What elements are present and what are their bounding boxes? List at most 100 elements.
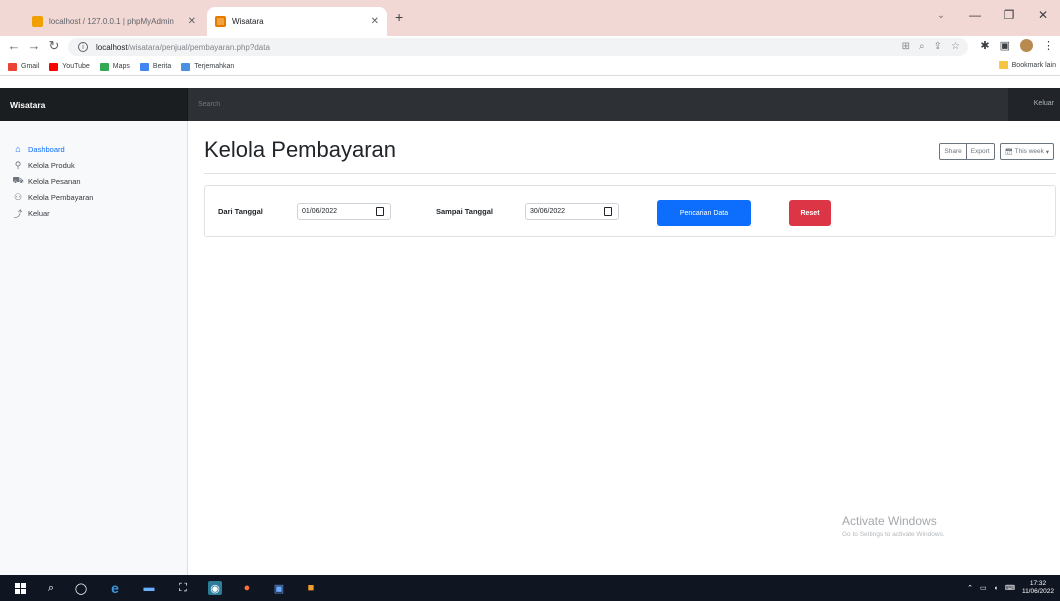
network-icon[interactable]: ▭ [980, 584, 987, 592]
youtube-icon [49, 62, 59, 71]
bookmark-label: Maps [112, 63, 130, 70]
chevron-up-icon[interactable]: ⌃ [967, 584, 973, 592]
search-data-button[interactable]: Pencarian Data [657, 200, 751, 226]
sidebar: ⌂ Dashboard ⚲ Kelola Produk ⛟ Kelola Pes… [0, 121, 188, 575]
bookmark-youtube[interactable]: YouTube [49, 62, 90, 71]
new-tab-icon[interactable]: + [395, 9, 403, 25]
tab-close-icon[interactable]: ✕ [182, 16, 196, 27]
bookmark-other[interactable]: Bookmark lain [998, 61, 1056, 69]
to-date-input[interactable]: 30/06/2022 [525, 203, 619, 220]
windows-start-icon[interactable] [13, 581, 27, 595]
user-icon: ⚲ [14, 159, 22, 170]
bookmarks-bar: Gmail YouTube Maps Berita Terjemahkan Bo… [0, 58, 1060, 76]
url-path: /wisatara/penjual/pembayaran.php?data [127, 42, 270, 52]
url-host: localhost [96, 42, 128, 52]
system-tray: ⌃ ▭ ◖ ⌨ 17:32 11/06/2022 [967, 580, 1054, 596]
reset-button[interactable]: Reset [789, 200, 831, 226]
sidebar-item-keluar[interactable]: ⤴ Keluar [0, 205, 188, 221]
translate-icon[interactable]: ⊞ [902, 41, 910, 52]
watermark-subtitle: Go to Settings to activate Windows. [842, 531, 945, 538]
clock-time: 17:32 [1029, 580, 1047, 587]
browser-tab-phpmyadmin[interactable]: localhost / 127.0.0.1 | phpMyAdmin ✕ [24, 7, 204, 36]
bookmark-label: Terjemahkan [194, 63, 235, 70]
phpmyadmin-favicon-icon [32, 16, 43, 27]
mail-icon[interactable]: ▬ [142, 581, 156, 595]
close-window-icon[interactable]: ✕ [1026, 0, 1060, 30]
main-content: Kelola Pembayaran Share Export 📅︎ This w… [188, 121, 1060, 575]
this-week-label: This week [1014, 148, 1044, 155]
bookmark-label: Berita [152, 63, 172, 70]
sidebar-item-kelola-pembayaran[interactable]: ⚇ Kelola Pembayaran [0, 189, 188, 205]
signout-link[interactable]: Keluar [1034, 100, 1054, 107]
forward-icon[interactable]: → [26, 38, 42, 53]
cart-icon: ⛟ [12, 175, 24, 185]
search-icon[interactable]: ⌕ [44, 581, 58, 595]
gmail-icon [8, 62, 17, 71]
home-icon: ⌂ [15, 144, 21, 154]
minimize-icon[interactable]: — [958, 0, 992, 30]
bookmark-maps[interactable]: Maps [99, 62, 130, 71]
tab-close-icon[interactable]: ✕ [365, 16, 379, 27]
chrome-icon[interactable]: ◉ [208, 581, 222, 595]
taskbar-clock[interactable]: 17:32 11/06/2022 [1022, 580, 1054, 596]
bookmark-terjemahkan[interactable]: Terjemahkan [181, 62, 235, 71]
from-date-value: 01/06/2022 [302, 208, 338, 215]
sidebar-item-kelola-produk[interactable]: ⚲ Kelola Produk [0, 157, 188, 173]
folder-icon [998, 61, 1008, 69]
store-icon[interactable]: ⛶ [176, 581, 190, 595]
from-date-input[interactable]: 01/06/2022 [297, 203, 391, 220]
share-icon[interactable]: ⇪ [934, 41, 942, 52]
calendar-picker-icon[interactable] [376, 207, 384, 216]
browser-tabstrip: localhost / 127.0.0.1 | phpMyAdmin ✕ Wis… [0, 0, 1060, 36]
sidebar-item-label: Dashboard [28, 144, 65, 154]
to-date-value: 30/06/2022 [530, 208, 566, 215]
extensions-icon[interactable]: ✱ [980, 39, 989, 52]
activate-windows-watermark: Activate Windows Go to Settings to activ… [842, 514, 945, 538]
back-icon[interactable]: ← [6, 38, 22, 53]
edge-icon[interactable]: e [108, 580, 122, 596]
bookmark-gmail[interactable]: Gmail [8, 62, 39, 71]
this-week-dropdown[interactable]: 📅︎ This week ▾ [999, 143, 1054, 160]
sidebar-item-dashboard[interactable]: ⌂ Dashboard [0, 141, 188, 157]
tab-search-icon[interactable]: ⌄ [924, 0, 958, 30]
sidebar-item-label: Kelola Pembayaran [28, 192, 94, 202]
firefox-icon[interactable]: ● [240, 581, 254, 595]
watermark-title: Activate Windows [842, 514, 937, 528]
maps-icon [99, 62, 109, 71]
sidebar-item-label: Kelola Produk [28, 160, 75, 170]
search-input[interactable] [188, 88, 1008, 121]
calendar-icon: 📅︎ [1004, 148, 1013, 156]
navbar-brand[interactable]: Wisatara [0, 88, 188, 121]
reload-icon[interactable]: ↻ [46, 38, 62, 54]
users-icon: ⚇ [13, 191, 23, 202]
app-window-icon[interactable]: ▣ [272, 581, 286, 595]
from-date-label: Dari Tanggal [218, 207, 263, 216]
sidebar-item-kelola-pesanan[interactable]: ⛟ Kelola Pesanan [0, 173, 188, 189]
tab-title: localhost / 127.0.0.1 | phpMyAdmin [49, 17, 174, 26]
windows-taskbar: ⌕ ◯ e ▬ ⛶ ◉ ● ▣ ■ ⌃ ▭ ◖ ⌨ 17:32 11/06/20… [0, 575, 1060, 601]
to-date-label: Sampai Tanggal [436, 207, 493, 216]
toolbar-button-group: Share Export 📅︎ This week ▾ [939, 143, 1054, 160]
sidepanel-icon[interactable]: ▣ [1000, 39, 1010, 52]
bookmark-label: YouTube [62, 63, 90, 70]
address-bar[interactable]: i localhost/wisatara/penjual/pembayaran.… [68, 38, 968, 56]
keyboard-icon[interactable]: ⌨ [1005, 584, 1015, 592]
window-controls: ⌄ — ❐ ✕ [924, 0, 1060, 30]
xampp-icon[interactable]: ■ [304, 581, 318, 595]
speaker-icon[interactable]: ◖ [994, 585, 998, 592]
calendar-picker-icon[interactable] [604, 207, 612, 216]
maximize-icon[interactable]: ❐ [992, 0, 1026, 30]
menu-icon[interactable]: ⋮ [1043, 39, 1054, 52]
browser-tab-wisatara[interactable]: Wisatara ✕ [207, 7, 387, 36]
profile-avatar-icon[interactable] [1020, 39, 1033, 52]
browser-toolbar: ← → ↻ i localhost/wisatara/penjual/pemba… [0, 36, 1060, 58]
clock-date: 11/06/2022 [1021, 588, 1054, 595]
zoom-icon[interactable]: ⌕ [919, 41, 925, 52]
site-info-icon[interactable]: i [78, 42, 88, 52]
task-view-icon[interactable]: ◯ [74, 581, 88, 595]
bookmark-star-icon[interactable]: ☆ [951, 41, 960, 52]
share-button[interactable]: Share [939, 143, 967, 160]
chevron-down-icon: ▾ [1045, 148, 1049, 156]
export-button[interactable]: Export [966, 143, 995, 160]
bookmark-berita[interactable]: Berita [139, 62, 172, 71]
